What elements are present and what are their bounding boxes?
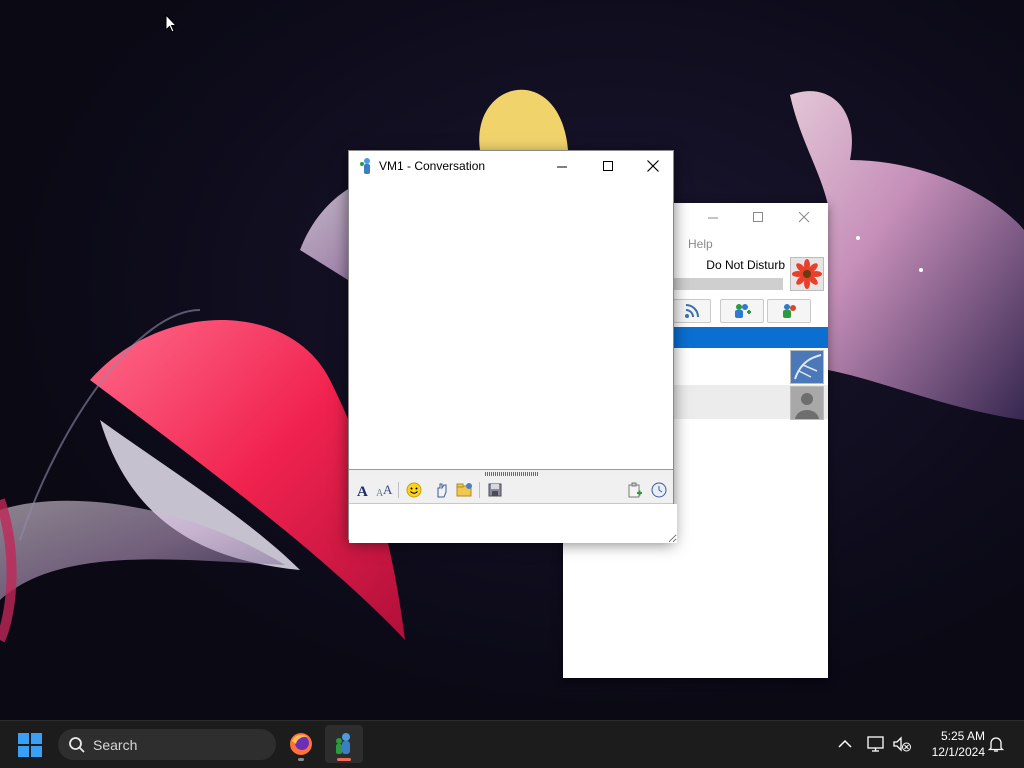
firefox-icon (290, 733, 312, 755)
message-input[interactable] (349, 504, 677, 543)
taskbar: Search 5:25 AM 12/1/2024 (0, 720, 1024, 768)
font-color-button[interactable]: A A (375, 481, 395, 499)
window-title: VM1 - Conversation (379, 159, 486, 173)
history-button[interactable] (649, 481, 669, 499)
menu-help[interactable]: Help (688, 237, 713, 251)
maximize-icon (602, 160, 613, 171)
status-label[interactable]: Do Not Disturb (706, 258, 785, 272)
flower-avatar-icon (792, 259, 822, 289)
volume-muted-icon (893, 736, 911, 752)
active-indicator (337, 758, 351, 761)
taskbar-firefox[interactable] (282, 725, 320, 763)
satellite-avatar-icon (791, 351, 823, 383)
font-style-icon: A A (376, 482, 393, 498)
font-button[interactable]: A (353, 481, 373, 499)
nudge-button[interactable] (432, 481, 452, 499)
network-status[interactable] (866, 735, 886, 753)
font-icon: A (357, 484, 368, 498)
format-toolbar: A A A (349, 477, 673, 504)
running-indicator (298, 758, 304, 761)
taskbar-search[interactable]: Search (58, 729, 276, 760)
toolbar-separator (479, 482, 480, 498)
volume-status[interactable] (892, 735, 912, 753)
rss-icon (685, 304, 699, 318)
start-button[interactable] (17, 732, 45, 758)
invite-button[interactable] (625, 481, 645, 499)
save-icon (488, 483, 502, 497)
messenger-app-icon (360, 158, 370, 174)
add-contact-icon (735, 304, 751, 318)
send-file-button[interactable] (455, 481, 475, 499)
contact-row[interactable] (673, 385, 828, 420)
clock-icon (651, 482, 667, 498)
hand-icon (437, 483, 447, 498)
splitter-grip[interactable] (485, 472, 539, 476)
toolbar-separator (398, 482, 399, 498)
maximize-icon (752, 211, 763, 222)
notifications-button[interactable] (987, 735, 1005, 753)
personal-message-field[interactable] (673, 278, 783, 290)
clock-time: 5:25 AM (940, 729, 985, 743)
contact-group-header[interactable] (673, 327, 828, 348)
minimize-icon (707, 217, 718, 218)
search-icon (69, 737, 85, 753)
mouse-cursor (165, 14, 177, 33)
close-button[interactable] (631, 151, 675, 181)
contact-avatar (790, 350, 824, 384)
show-hidden-icons-button[interactable] (836, 735, 854, 753)
bell-icon (987, 737, 1005, 752)
smiley-icon (406, 482, 422, 498)
svg-text:A: A (383, 482, 393, 497)
clipboard-add-icon (628, 482, 642, 498)
contact-row[interactable] (673, 349, 828, 384)
maximize-button[interactable] (585, 151, 631, 181)
contact-avatar (790, 386, 824, 420)
contact-list-maximize-button[interactable] (736, 203, 780, 231)
svg-text:A: A (357, 484, 368, 498)
system-clock[interactable]: 5:25 AM 12/1/2024 (919, 728, 985, 760)
minimize-icon (556, 166, 567, 167)
save-button[interactable] (485, 481, 505, 499)
conversation-window[interactable]: VM1 - Conversation A A A (348, 150, 677, 543)
emoticon-button[interactable] (404, 481, 424, 499)
folder-icon (456, 483, 472, 497)
chevron-up-icon (838, 739, 852, 748)
windows-logo-icon (18, 733, 42, 757)
add-contact-button[interactable] (720, 299, 764, 323)
taskbar-messenger[interactable] (325, 725, 363, 763)
default-person-icon (791, 387, 823, 419)
search-label: Search (93, 737, 138, 753)
close-icon (647, 160, 659, 172)
contacts-icon (783, 304, 796, 318)
contact-list-close-button[interactable] (782, 203, 826, 231)
conversation-titlebar[interactable]: VM1 - Conversation (349, 151, 673, 181)
minimize-button[interactable] (539, 151, 585, 181)
messenger-icon (336, 733, 350, 754)
conversation-history[interactable] (349, 181, 673, 469)
network-icon (867, 736, 884, 752)
contact-list-toolbar (673, 299, 823, 323)
user-avatar[interactable] (790, 257, 824, 291)
contact-list-minimize-button[interactable] (691, 203, 735, 231)
close-icon (798, 211, 809, 222)
rss-button[interactable] (673, 299, 711, 323)
clock-date: 12/1/2024 (931, 745, 985, 759)
contacts-menu-button[interactable] (767, 299, 811, 323)
